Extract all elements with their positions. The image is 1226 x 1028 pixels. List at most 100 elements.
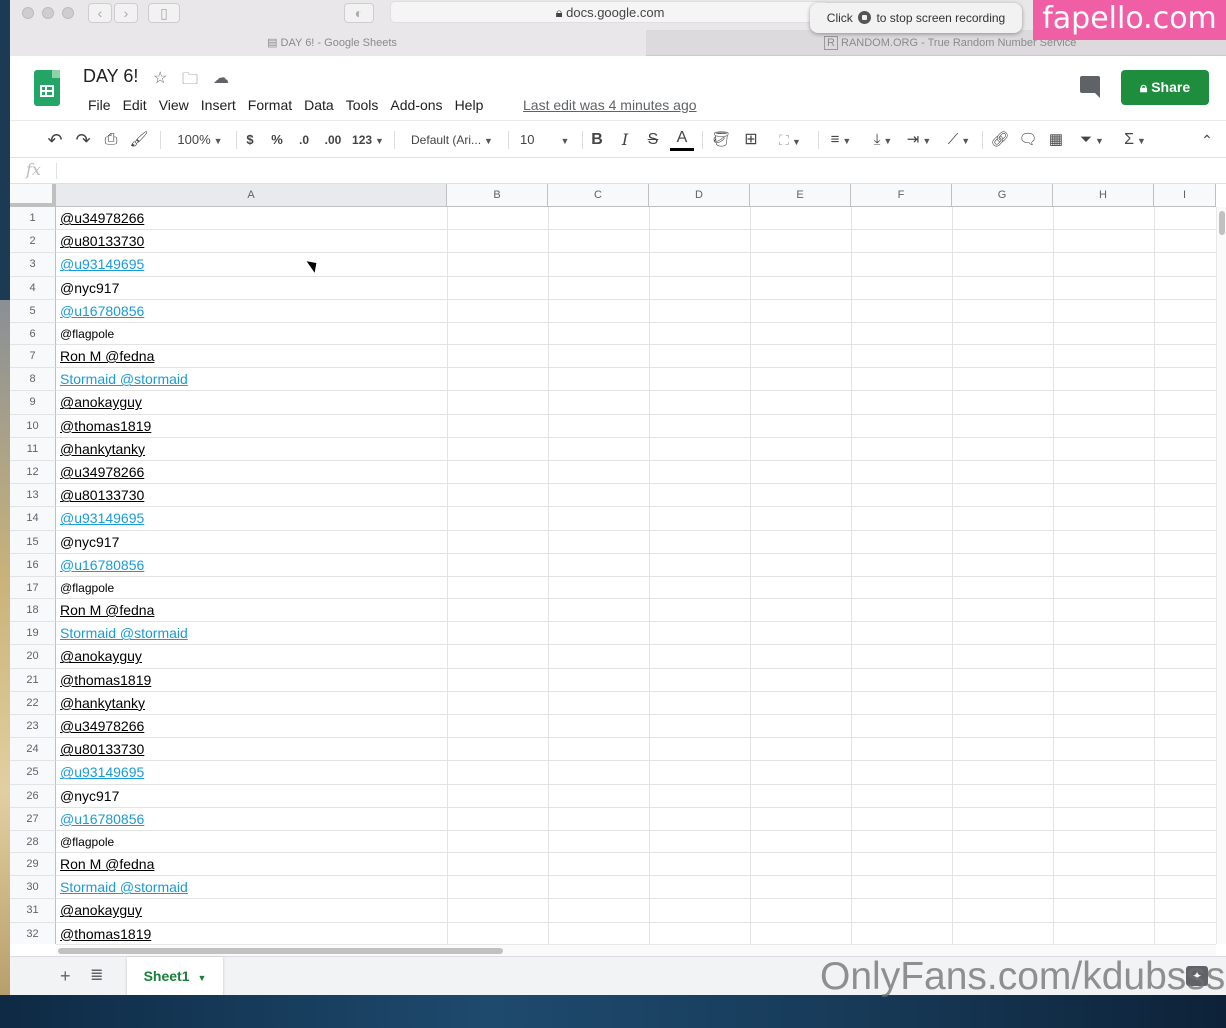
insert-chart-icon[interactable]: ▦ [1044, 129, 1068, 151]
text-rotation-icon[interactable]: ⟋ ▼ [942, 129, 976, 151]
menu-tools[interactable]: Tools [340, 96, 385, 116]
cell-a16[interactable]: @u16780856 [60, 556, 144, 575]
sidebar-toggle-icon[interactable]: ▯ [148, 3, 180, 23]
horizontal-scroll-thumb[interactable] [58, 948, 503, 954]
cell-a13[interactable]: @u80133730 [60, 486, 144, 505]
row-header[interactable]: 18 [10, 599, 56, 623]
more-formats-select[interactable]: 123 ▼ [350, 129, 386, 151]
menu-view[interactable]: View [153, 96, 195, 116]
menu-help[interactable]: Help [449, 96, 490, 116]
add-sheet-icon[interactable]: + [60, 966, 71, 986]
minimize-window-button[interactable] [42, 7, 54, 19]
column-header-e[interactable]: E [750, 184, 851, 207]
menu-add-ons[interactable]: Add-ons [384, 96, 448, 116]
row-header[interactable]: 12 [10, 461, 56, 485]
cell-a18[interactable]: Ron M @fedna [60, 601, 154, 620]
collapse-menus-icon[interactable]: ⌃ [1196, 129, 1218, 151]
menu-edit[interactable]: Edit [117, 96, 153, 116]
cell-a19[interactable]: Stormaid @stormaid [60, 624, 188, 643]
row-header[interactable]: 20 [10, 645, 56, 669]
italic-button[interactable]: I [616, 129, 634, 151]
cell-a1[interactable]: @u34978266 [60, 209, 144, 228]
privacy-shield-icon[interactable]: ◐ [344, 3, 374, 23]
bold-button[interactable]: B [588, 129, 606, 151]
cell-a8[interactable]: Stormaid @stormaid [60, 370, 188, 389]
row-header[interactable]: 24 [10, 738, 56, 762]
menu-file[interactable]: File [82, 96, 117, 116]
cell-a30[interactable]: Stormaid @stormaid [60, 878, 188, 897]
cell-a26[interactable]: @nyc917 [60, 787, 119, 806]
row-header[interactable]: 19 [10, 622, 56, 646]
row-header[interactable]: 11 [10, 437, 56, 461]
row-header[interactable]: 16 [10, 553, 56, 577]
row-header[interactable]: 3 [10, 253, 56, 277]
print-icon[interactable]: ⎙ [100, 129, 122, 151]
row-header[interactable]: 15 [10, 530, 56, 554]
cell-a2[interactable]: @u80133730 [60, 232, 144, 251]
column-header-h[interactable]: H [1053, 184, 1154, 207]
cell-a14[interactable]: @u93149695 [60, 509, 144, 528]
cell-a3[interactable]: @u93149695 [60, 255, 144, 274]
row-header[interactable]: 31 [10, 899, 56, 923]
percent-format-button[interactable]: % [268, 129, 286, 151]
row-header[interactable]: 21 [10, 668, 56, 692]
row-header[interactable]: 26 [10, 784, 56, 808]
move-folder-icon[interactable]: 🗀︎ [182, 68, 198, 95]
decrease-decimal-button[interactable]: .0 [294, 129, 314, 151]
row-header[interactable]: 7 [10, 345, 56, 369]
cell-a9[interactable]: @anokayguy [60, 393, 142, 412]
row-header[interactable]: 8 [10, 368, 56, 392]
row-header[interactable]: 13 [10, 484, 56, 508]
row-header[interactable]: 29 [10, 853, 56, 877]
menu-insert[interactable]: Insert [195, 96, 242, 116]
row-header[interactable]: 14 [10, 507, 56, 531]
forward-button[interactable]: › [114, 3, 138, 23]
cell-a24[interactable]: @u80133730 [60, 740, 144, 759]
column-header-a[interactable]: A [56, 184, 447, 207]
column-header-b[interactable]: B [447, 184, 548, 207]
fill-color-icon[interactable]: 🪣︎ [710, 129, 732, 151]
cell-a23[interactable]: @u34978266 [60, 717, 144, 736]
cell-a5[interactable]: @u16780856 [60, 302, 144, 321]
strikethrough-button[interactable]: S [644, 129, 662, 151]
paint-format-icon[interactable]: 🖌︎ [128, 129, 150, 151]
cell-a20[interactable]: @anokayguy [60, 647, 142, 666]
row-header[interactable]: 23 [10, 715, 56, 739]
share-button[interactable]: 🔒︎ Share [1121, 70, 1209, 105]
cell-a10[interactable]: @thomas1819 [60, 417, 151, 436]
vertical-scrollbar[interactable] [1216, 207, 1226, 944]
menu-format[interactable]: Format [242, 96, 298, 116]
column-header-f[interactable]: F [851, 184, 952, 207]
cell-a6[interactable]: @flagpole [60, 325, 114, 343]
row-header[interactable]: 17 [10, 577, 56, 599]
row-header[interactable]: 2 [10, 230, 56, 254]
cell-a27[interactable]: @u16780856 [60, 810, 144, 829]
cell-a29[interactable]: Ron M @fedna [60, 855, 154, 874]
cell-a7[interactable]: Ron M @fedna [60, 347, 154, 366]
address-bar[interactable]: 🔒︎ docs.google.com [390, 1, 830, 23]
undo-icon[interactable]: ↶ [44, 129, 66, 151]
vertical-align-icon[interactable]: ⤓ ▼ [866, 129, 900, 151]
browser-tab-sheets[interactable]: ▤ DAY 6! - Google Sheets [10, 30, 646, 56]
row-header[interactable]: 30 [10, 876, 56, 900]
sheet-tab-sheet1[interactable]: Sheet1 ▼ [127, 957, 223, 995]
column-header-d[interactable]: D [649, 184, 750, 207]
row-header[interactable]: 32 [10, 922, 56, 944]
stop-recording-hint[interactable]: Click to stop screen recording [810, 3, 1022, 33]
back-button[interactable]: ‹ [88, 3, 112, 23]
font-size-select[interactable]: 10 ▼ [514, 129, 570, 151]
maximize-window-button[interactable] [62, 7, 74, 19]
text-color-button[interactable]: A [670, 129, 694, 151]
row-header[interactable]: 5 [10, 299, 56, 323]
menu-data[interactable]: Data [298, 96, 340, 116]
row-header[interactable]: 6 [10, 323, 56, 345]
cell-a11[interactable]: @hankytanky [60, 440, 145, 459]
vertical-scroll-thumb[interactable] [1219, 211, 1225, 235]
close-window-button[interactable] [22, 7, 34, 19]
insert-link-icon[interactable]: 🔗︎ [988, 129, 1012, 151]
zoom-select[interactable]: 100% ▼ [170, 129, 230, 151]
sheets-logo-icon[interactable] [34, 70, 60, 106]
cell-a22[interactable]: @hankytanky [60, 694, 145, 713]
font-family-select[interactable]: Default (Ari... ▼ [404, 129, 500, 151]
redo-icon[interactable]: ↷ [72, 129, 94, 151]
